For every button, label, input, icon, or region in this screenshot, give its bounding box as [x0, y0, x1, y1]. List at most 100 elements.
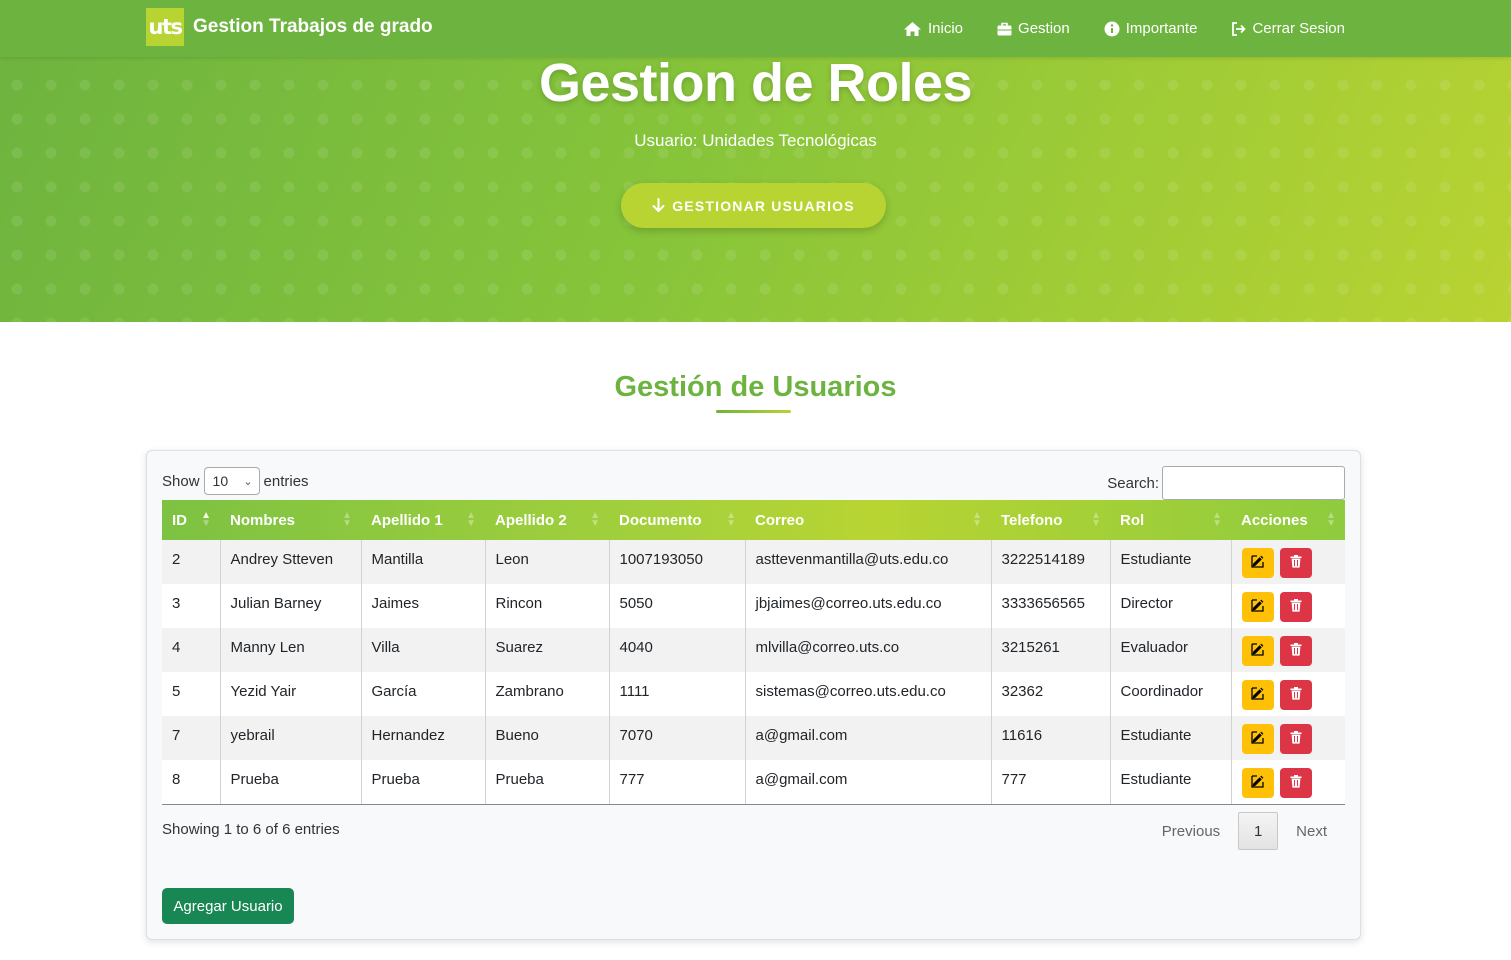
sort-icon: ▲ ▼ [201, 510, 211, 529]
manage-users-button[interactable]: GESTIONAR USUARIOS [621, 183, 886, 228]
nav-cerrar-sesion[interactable]: Cerrar Sesion [1231, 20, 1345, 37]
column-header-0[interactable]: ID ▲ ▼ [162, 500, 220, 540]
table-cell-telefono: 3333656565 [991, 584, 1111, 628]
table-cell-apellido-1: Villa [361, 628, 486, 672]
table-cell-correo: sistemas@correo.uts.edu.co [745, 672, 992, 716]
edit-button[interactable] [1241, 636, 1274, 666]
table-cell-correo: a@gmail.com [745, 760, 992, 805]
column-header-4[interactable]: Documento ▲ ▼ [609, 500, 745, 540]
delete-button[interactable] [1279, 724, 1312, 754]
entries-length-control: Show 10 ⌄ entries [162, 467, 309, 495]
delete-button[interactable] [1279, 592, 1312, 622]
table-cell-acciones [1231, 716, 1345, 760]
sort-icon: ▲ ▼ [972, 510, 982, 529]
table-row: 8 Prueba Prueba Prueba 777 a@gmail.com 777 Estu… [162, 760, 1345, 805]
table-cell-acciones [1231, 672, 1345, 716]
table-cell-telefono: 3222514189 [991, 540, 1111, 584]
nav-inicio-label: Inicio [928, 20, 964, 37]
trash-icon [1290, 554, 1302, 572]
search-input[interactable] [1162, 466, 1345, 500]
table-cell-telefono: 3215261 [991, 628, 1111, 672]
column-header-label: Documento [619, 511, 702, 529]
nav-gestion[interactable]: Gestion [997, 20, 1070, 37]
edit-button[interactable] [1241, 768, 1274, 798]
table-cell-telefono: 32362 [991, 672, 1111, 716]
column-header-7[interactable]: Rol ▲ ▼ [1110, 500, 1231, 540]
users-table: ID ▲ ▼ Nombres ▲ ▼ Apellido 1 ▲ ▼ Apellido 2 ▲ ▼ Doc… [162, 500, 1345, 805]
delete-button[interactable] [1279, 548, 1312, 578]
delete-button[interactable] [1279, 768, 1312, 798]
table-cell-apellido-2: Zambrano [485, 672, 610, 716]
edit-icon [1251, 774, 1264, 792]
delete-button[interactable] [1279, 680, 1312, 710]
table-header-row: ID ▲ ▼ Nombres ▲ ▼ Apellido 1 ▲ ▼ Apellido 2 ▲ ▼ Doc… [162, 500, 1345, 540]
edit-button[interactable] [1241, 548, 1274, 578]
trash-icon [1290, 686, 1302, 704]
add-user-button[interactable]: Agregar Usuario [162, 888, 294, 924]
table-cell-rol: Estudiante [1110, 716, 1232, 760]
nav-gestion-label: Gestion [1018, 20, 1070, 37]
arrow-down-icon [652, 198, 665, 212]
table-cell-apellido-1: Hernandez [361, 716, 486, 760]
column-header-label: Acciones [1241, 511, 1308, 529]
nav-cerrar-sesion-label: Cerrar Sesion [1252, 20, 1345, 37]
table-cell-apellido-1: García [361, 672, 486, 716]
sort-icon: ▲ ▼ [1212, 510, 1222, 529]
previous-page-button[interactable]: Previous [1144, 823, 1238, 840]
table-cell-documento: 5050 [609, 584, 746, 628]
table-cell-nombres: yebrail [220, 716, 362, 760]
search-label: Search: [1107, 474, 1159, 492]
table-cell-telefono: 11616 [991, 716, 1111, 760]
table-cell-telefono: 777 [991, 760, 1111, 805]
column-header-label: Rol [1120, 511, 1145, 529]
entries-select[interactable]: 10 ⌄ [203, 467, 260, 495]
table-cell-apellido-2: Leon [485, 540, 610, 584]
brand[interactable]: uts Gestion Trabajos de grado [146, 8, 433, 46]
row-actions [1241, 724, 1346, 754]
nav-inicio[interactable]: Inicio [903, 20, 963, 37]
column-header-6[interactable]: Telefono ▲ ▼ [991, 500, 1110, 540]
table-cell-documento: 777 [609, 760, 746, 805]
edit-icon [1251, 686, 1264, 704]
table-row: 7 yebrail Hernandez Bueno 7070 a@gmail.com 116… [162, 716, 1345, 760]
column-header-5[interactable]: Correo ▲ ▼ [745, 500, 991, 540]
sort-icon: ▲ ▼ [590, 510, 600, 529]
table-cell-correo: asttevenmantilla@uts.edu.co [745, 540, 992, 584]
home-icon [904, 21, 921, 36]
column-header-1[interactable]: Nombres ▲ ▼ [220, 500, 361, 540]
table-cell-id: 7 [162, 716, 221, 760]
column-header-8[interactable]: Acciones ▲ ▼ [1231, 500, 1345, 540]
delete-button[interactable] [1279, 636, 1312, 666]
table-cell-apellido-1: Prueba [361, 760, 486, 805]
briefcase-icon [997, 22, 1012, 35]
nav-importante[interactable]: Importante [1104, 20, 1198, 37]
column-header-label: Correo [755, 511, 805, 529]
column-header-3[interactable]: Apellido 2 ▲ ▼ [485, 500, 609, 540]
chevron-down-icon: ⌄ [243, 475, 253, 488]
edit-button[interactable] [1241, 724, 1274, 754]
entries-select-value: 10 [212, 473, 229, 489]
column-header-2[interactable]: Apellido 1 ▲ ▼ [361, 500, 485, 540]
table-cell-rol: Director [1110, 584, 1232, 628]
edit-button[interactable] [1241, 592, 1274, 622]
table-cell-id: 4 [162, 628, 221, 672]
row-actions [1241, 680, 1346, 710]
table-cell-id: 3 [162, 584, 221, 628]
nav-importante-label: Importante [1125, 20, 1198, 37]
nav-links: Inicio Gestion Importante Cerrar Sesion [869, 0, 1345, 57]
brand-title: Gestion Trabajos de grado [193, 16, 433, 37]
column-header-label: Apellido 1 [371, 511, 443, 529]
table-cell-rol: Estudiante [1110, 760, 1232, 805]
edit-icon [1251, 730, 1264, 748]
table-cell-acciones [1231, 628, 1345, 672]
table-cell-correo: a@gmail.com [745, 716, 992, 760]
users-card: Show 10 ⌄ entries Search: ID ▲ ▼ Nombres ▲ ▼ A… [146, 450, 1361, 940]
page-1-button[interactable]: 1 [1238, 812, 1279, 850]
edit-button[interactable] [1241, 680, 1274, 710]
sort-icon: ▲ ▼ [1326, 510, 1336, 529]
sort-icon: ▲ ▼ [342, 510, 352, 529]
trash-icon [1290, 642, 1302, 660]
entries-label: entries [263, 472, 309, 490]
next-page-button[interactable]: Next [1278, 823, 1345, 840]
table-cell-apellido-2: Prueba [485, 760, 610, 805]
